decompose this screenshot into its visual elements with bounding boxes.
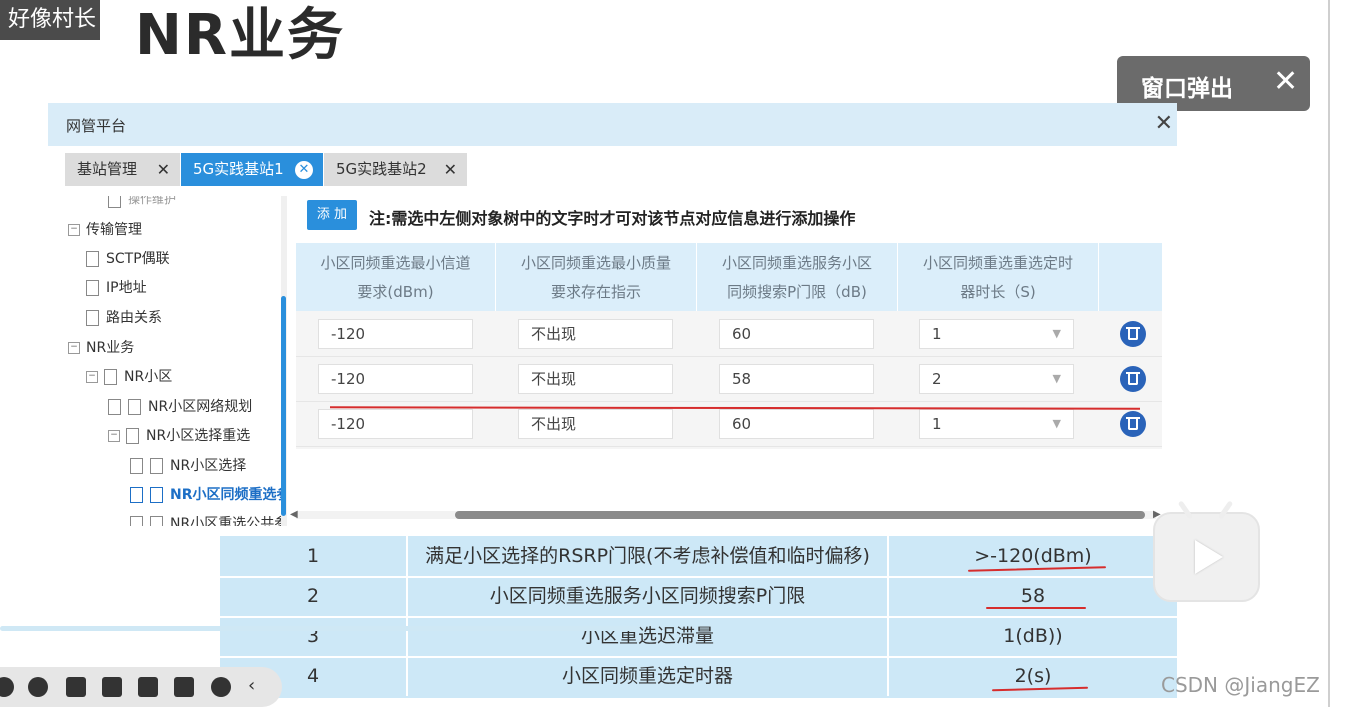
collapse-icon[interactable]: −: [68, 224, 80, 236]
window-title: 网管平台: [66, 117, 127, 135]
document-icon: [150, 516, 163, 526]
tree-item-nr-service[interactable]: − NR业务: [68, 337, 134, 357]
instruction-note: 注:需选中左侧对象树中的文字时才可对该节点对应信息进行添加操作: [369, 209, 856, 228]
popup-window-label: 窗口弹出: [1141, 76, 1233, 102]
tab-label: 5G实践基站2: [336, 160, 427, 178]
table-row: 2 小区同频重选服务小区同频搜索P门限 58: [220, 576, 1177, 618]
video-progress-bar[interactable]: [0, 626, 640, 631]
grid-scrollbar-thumb[interactable]: [455, 511, 1145, 519]
chevron-down-icon[interactable]: ▼: [1053, 320, 1061, 348]
close-icon[interactable]: ✕: [1273, 64, 1298, 99]
watermark-label: 好像村长: [0, 0, 100, 40]
window-header: 网管平台 ✕: [48, 103, 1177, 146]
collapse-icon[interactable]: −: [68, 342, 80, 354]
document-icon: [130, 487, 143, 503]
tree-scrollbar-thumb[interactable]: [281, 296, 286, 516]
video-control-bar: ‹: [0, 667, 282, 707]
add-button[interactable]: 添 加: [307, 200, 357, 230]
tab-station-management[interactable]: 基站管理 ✕: [65, 153, 180, 186]
camera-icon[interactable]: [138, 677, 158, 697]
tree-item-nr-resel-common[interactable]: NR小区重选公共参: [130, 513, 284, 526]
grid-header: 小区同频重选最小信道 要求(dBm) 小区同频重选最小质量 要求存在指示 小区同频重…: [296, 243, 1162, 311]
s-intra-input[interactable]: 60: [719, 409, 874, 439]
tree-item-transport[interactable]: − 传输管理: [68, 219, 142, 239]
timer-select[interactable]: 1 ▼: [919, 319, 1074, 349]
grid-body: -120 不出现 60 1 ▼ -120 不出现 58 2 ▼ -120 不出现 6…: [296, 311, 1162, 449]
tab-close-icon[interactable]: ✕: [157, 153, 170, 186]
timer-select[interactable]: 1 ▼: [919, 409, 1074, 439]
table-row: 3 小区重选迟滞量 1(dB)): [220, 616, 1177, 658]
rewind-icon[interactable]: [0, 677, 14, 697]
tree-item-nr-select[interactable]: NR小区选择: [130, 455, 246, 475]
scroll-left-icon[interactable]: ◀: [290, 509, 298, 520]
tab-bar: 基站管理 ✕ 5G实践基站1 ✕ 5G实践基站2 ✕: [48, 146, 1177, 190]
document-icon: [108, 399, 121, 415]
min-qual-input[interactable]: 不出现: [518, 364, 673, 394]
table-row: -120 不出现 60 1 ▼: [296, 311, 1162, 357]
tab-close-icon[interactable]: ✕: [444, 153, 457, 186]
document-icon: [86, 251, 99, 267]
tree-item-ip[interactable]: IP地址: [86, 277, 147, 297]
collapse-icon[interactable]: −: [108, 430, 120, 442]
pen-icon[interactable]: [66, 677, 86, 697]
column-header-s-intra: 小区同频重选服务小区 同频搜索P门限（dB): [697, 243, 898, 311]
tree-item-ops[interactable]: 操作维护: [108, 196, 176, 208]
tab-label: 基站管理: [77, 160, 138, 178]
tree-item-nr-cell[interactable]: − NR小区: [86, 366, 172, 386]
tab-close-icon[interactable]: ✕: [295, 161, 313, 179]
delete-icon[interactable]: [1120, 321, 1146, 347]
divider: [1328, 0, 1330, 707]
table-row: -120 不出现 58 2 ▼: [296, 356, 1162, 402]
min-rx-input[interactable]: -120: [318, 364, 473, 394]
s-intra-input[interactable]: 60: [719, 319, 874, 349]
credit-watermark: CSDN @JiangEZ: [1161, 673, 1320, 697]
tree-item-nr-intra-resel[interactable]: NR小区同频重选参: [130, 484, 284, 504]
document-icon: [86, 280, 99, 296]
document-icon: [108, 196, 121, 208]
tree-item-nr-sel-resel[interactable]: − NR小区选择重选: [108, 425, 250, 445]
document-icon: [150, 458, 163, 474]
s-intra-input[interactable]: 58: [719, 364, 874, 394]
min-rx-input[interactable]: -120: [318, 409, 473, 439]
chevron-down-icon[interactable]: ▼: [1053, 410, 1061, 438]
screenshot-icon[interactable]: [102, 677, 122, 697]
delete-icon[interactable]: [1120, 411, 1146, 437]
min-qual-input[interactable]: 不出现: [518, 409, 673, 439]
reference-table: 1 满足小区选择的RSRP门限(不考虑补偿值和临时偏移) >-120(dBm) …: [220, 536, 1177, 698]
document-icon: [86, 310, 99, 326]
delete-icon[interactable]: [1120, 366, 1146, 392]
document-icon: [126, 428, 139, 444]
column-header-min-qual: 小区同频重选最小质量 要求存在指示: [496, 243, 697, 311]
tab-5g-station-2[interactable]: 5G实践基站2 ✕: [324, 153, 467, 186]
min-qual-input[interactable]: 不出现: [518, 319, 673, 349]
tree-item-nr-net-plan[interactable]: NR小区网络规划: [108, 396, 252, 416]
comment-icon[interactable]: [174, 677, 194, 697]
collapse-icon[interactable]: −: [86, 371, 98, 383]
tab-label: 5G实践基站1: [193, 160, 284, 178]
annotation-underline: [986, 607, 1086, 609]
slide-title: NR业务: [135, 3, 345, 68]
document-icon: [128, 399, 141, 415]
column-header-timer: 小区同频重选重选定时 器时长（S): [898, 243, 1099, 311]
chevron-left-icon[interactable]: ‹: [248, 675, 255, 696]
timer-select[interactable]: 2 ▼: [919, 364, 1074, 394]
chevron-down-icon[interactable]: ▼: [1053, 365, 1061, 393]
big-play-icon[interactable]: [1153, 500, 1260, 602]
tree-item-route[interactable]: 路由关系: [86, 307, 162, 327]
document-icon: [104, 369, 117, 385]
table-row: 1 满足小区选择的RSRP门限(不考虑补偿值和临时偏移) >-120(dBm): [220, 536, 1177, 578]
play-icon[interactable]: [28, 677, 48, 697]
column-header-min-rx: 小区同频重选最小信道 要求(dBm): [296, 243, 496, 311]
document-icon: [150, 487, 163, 503]
more-icon[interactable]: [211, 677, 231, 697]
document-icon: [130, 516, 143, 526]
object-tree: 操作维护 − 传输管理 SCTP偶联 IP地址 路由关系 − NR业务 − NR小区 …: [60, 196, 284, 526]
tree-item-sctp[interactable]: SCTP偶联: [86, 248, 170, 268]
window-close-icon[interactable]: ✕: [1155, 111, 1173, 136]
min-rx-input[interactable]: -120: [318, 319, 473, 349]
tab-5g-station-1[interactable]: 5G实践基站1 ✕: [181, 153, 323, 186]
document-icon: [130, 458, 143, 474]
